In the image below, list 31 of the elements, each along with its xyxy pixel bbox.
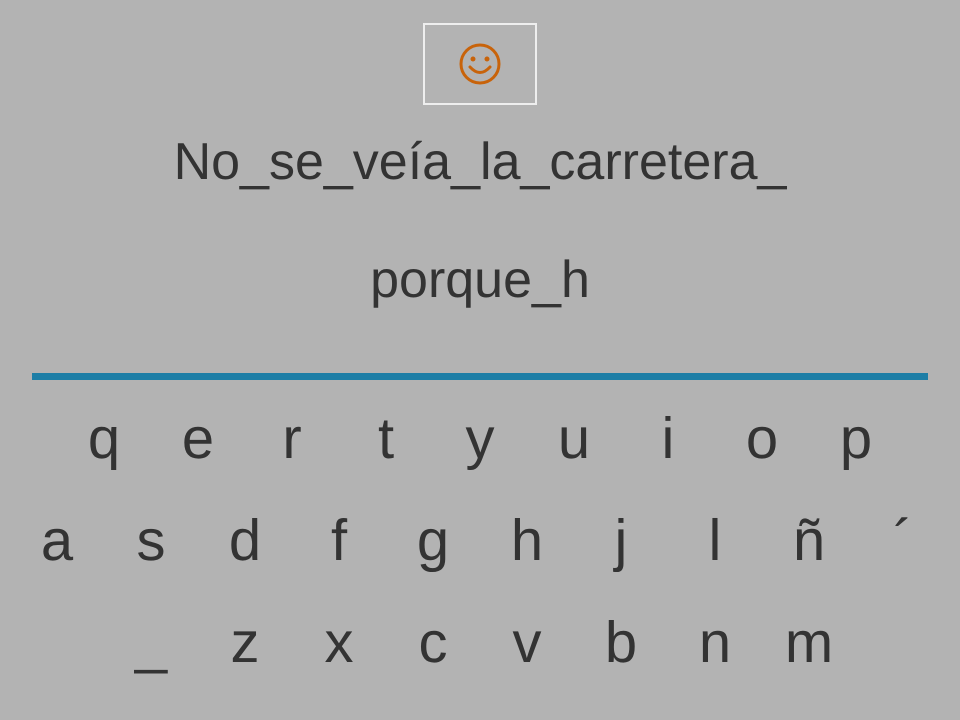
letter-key[interactable]: u	[542, 404, 606, 474]
letter-key[interactable]: l	[683, 506, 747, 576]
letter-key[interactable]: j	[589, 506, 653, 576]
letter-key[interactable]: f	[307, 506, 371, 576]
letter-key[interactable]: a	[25, 506, 89, 576]
letter-key[interactable]: i	[636, 404, 700, 474]
letter-key[interactable]: o	[730, 404, 794, 474]
sentence-line: porque_h	[370, 250, 590, 311]
letter-key[interactable]: g	[401, 506, 465, 576]
letter-key[interactable]: q	[72, 404, 136, 474]
letter-key[interactable]: h	[495, 506, 559, 576]
letter-key[interactable]: r	[260, 404, 324, 474]
letter-key[interactable]: ´	[871, 506, 935, 576]
letter-key[interactable]: t	[354, 404, 418, 474]
letter-key[interactable]: d	[213, 506, 277, 576]
letter-key[interactable]: x	[307, 608, 371, 678]
smiley-box[interactable]	[423, 23, 537, 105]
letter-key[interactable]: ñ	[777, 506, 841, 576]
smiley-icon	[458, 42, 502, 86]
letter-key[interactable]: z	[213, 608, 277, 678]
letter-key[interactable]: y	[448, 404, 512, 474]
letter-key[interactable]: b	[589, 608, 653, 678]
letter-key[interactable]: s	[119, 506, 183, 576]
letter-key[interactable]: p	[824, 404, 888, 474]
letter-key[interactable]: c	[401, 608, 465, 678]
letter-key[interactable]: _	[119, 608, 183, 678]
letter-key[interactable]: v	[495, 608, 559, 678]
letter-key[interactable]: n	[683, 608, 747, 678]
letter-key[interactable]: e	[166, 404, 230, 474]
letter-key[interactable]: m	[777, 608, 841, 678]
sentence-line: No_se_veía_la_carretera_	[174, 132, 786, 193]
